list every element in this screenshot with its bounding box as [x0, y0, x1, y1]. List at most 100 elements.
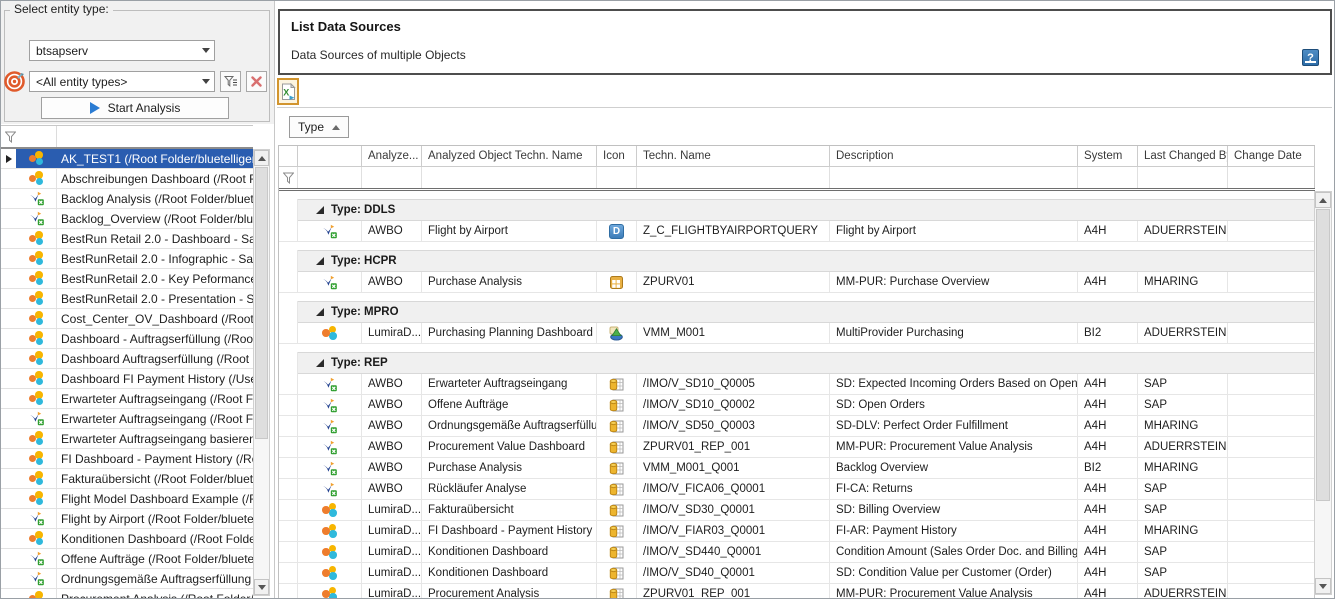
filter-cell[interactable] [298, 167, 362, 188]
cell-type-icon [597, 458, 637, 478]
group-expand-icon[interactable] [316, 206, 324, 214]
group-expand-icon[interactable] [316, 359, 324, 367]
cds-view-icon: D [609, 224, 624, 239]
list-item[interactable]: BestRunRetail 2.0 - Presentation - Samp [1, 289, 253, 309]
table-row[interactable]: LumiraD...Procurement AnalysisZPURV01_RE… [279, 584, 1315, 599]
list-item-label: Erwarteter Auftragseingang basierend a [57, 432, 253, 446]
list-item[interactable]: Flight Model Dashboard Example (/Root [1, 489, 253, 509]
cell-techn-name: /IMO/V_FIAR03_Q0001 [637, 521, 830, 541]
list-item[interactable]: Backlog Analysis (/Root Folder/bluetelli… [1, 189, 253, 209]
list-item[interactable]: Ordnungsgemäße Auftragserfüllung (/Ro [1, 569, 253, 589]
cell-last-changed-by: SAP [1138, 395, 1228, 415]
list-item[interactable]: Erwarteter Auftragseingang (/Root Folde [1, 409, 253, 429]
table-row[interactable]: AWBOErwarteter Auftragseingang/IMO/V_SD1… [279, 374, 1315, 395]
list-item-label: Flight by Airport (/Root Folder/bluetell… [57, 512, 253, 526]
scroll-down-button[interactable] [254, 579, 269, 595]
list-item[interactable]: Dashboard Auftragserfüllung (/Root Fold [1, 349, 253, 369]
column-header-techn-name[interactable]: Techn. Name [637, 146, 830, 166]
filter-cell[interactable] [1228, 167, 1315, 188]
list-item[interactable]: Backlog_Overview (/Root Folder/bluetell [1, 209, 253, 229]
table-row[interactable]: LumiraD...Konditionen Dashboard/IMO/V_SD… [279, 542, 1315, 563]
list-item[interactable]: Cost_Center_OV_Dashboard (/Root Fold [1, 309, 253, 329]
filter-cell[interactable] [1078, 167, 1138, 188]
list-item[interactable]: Konditionen Dashboard (/Root Folder/blu [1, 529, 253, 549]
column-header-change-date[interactable]: Change Date [1228, 146, 1315, 166]
chevron-down-icon[interactable] [197, 41, 214, 60]
start-analysis-label: Start Analysis [108, 101, 181, 115]
chevron-down-icon[interactable] [197, 72, 214, 91]
grid-scrollbar[interactable] [1314, 191, 1332, 595]
table-row[interactable]: AWBOProcurement Value DashboardZPURV01_R… [279, 437, 1315, 458]
export-excel-button[interactable]: X [277, 78, 299, 105]
column-header-last-changed-by[interactable]: Last Changed By [1138, 146, 1228, 166]
group-expand-icon[interactable] [316, 308, 324, 316]
table-row[interactable]: AWBOOffene Aufträge/IMO/V_SD10_Q0002SD: … [279, 395, 1315, 416]
scroll-thumb[interactable] [255, 167, 268, 439]
column-header-analyze-tool[interactable]: Analyze... [362, 146, 422, 166]
scroll-up-button[interactable] [254, 150, 269, 166]
entity-type-combobox[interactable]: <All entity types> [29, 71, 215, 92]
list-item[interactable]: Flight by Airport (/Root Folder/bluetell… [1, 509, 253, 529]
table-row[interactable]: LumiraD...Purchasing Planning DashboardV… [279, 323, 1315, 344]
list-item[interactable]: Erwarteter Auftragseingang basierend a [1, 429, 253, 449]
group-row[interactable]: Type: DDLS [279, 199, 1315, 221]
filter-cell[interactable] [362, 167, 422, 188]
filter-settings-button[interactable] [220, 71, 241, 92]
list-item[interactable]: BestRunRetail 2.0 - Infographic - Sample [1, 249, 253, 269]
column-header-analyzed-object[interactable]: Analyzed Object Techn. Name [422, 146, 597, 166]
list-item[interactable]: Abschreibungen Dashboard (/Root Folde [1, 169, 253, 189]
analysis-workbook-icon [322, 224, 337, 239]
list-item[interactable]: Offene Aufträge (/Root Folder/bluetellig [1, 549, 253, 569]
cell-change-date [1228, 374, 1315, 394]
table-row[interactable]: LumiraD...Fakturaübersicht/IMO/V_SD30_Q0… [279, 500, 1315, 521]
scroll-thumb[interactable] [1316, 209, 1330, 501]
group-row[interactable]: Type: HCPR [279, 250, 1315, 272]
entity-list-filter-row[interactable] [1, 125, 253, 149]
list-item-body: Ordnungsgemäße Auftragserfüllung (/Ro [16, 569, 253, 588]
clear-filter-button[interactable] [246, 71, 267, 92]
list-item[interactable]: FI Dashboard - Payment History (/Root F [1, 449, 253, 469]
filter-cell[interactable] [597, 167, 637, 188]
column-header-icon[interactable]: Icon [597, 146, 637, 166]
filter-cell[interactable] [1138, 167, 1228, 188]
group-expand-icon[interactable] [316, 257, 324, 265]
list-item[interactable]: BestRun Retail 2.0 - Dashboard - Sample [1, 229, 253, 249]
filter-cell[interactable] [830, 167, 1078, 188]
server-combobox[interactable]: btsapserv [29, 40, 215, 61]
column-header-analyze-icon[interactable] [298, 146, 362, 166]
entity-list-scrollbar[interactable] [253, 149, 270, 596]
column-header-description[interactable]: Description [830, 146, 1078, 166]
scroll-up-button[interactable] [1315, 192, 1331, 208]
row-indicator-cell [1, 269, 16, 288]
table-row[interactable]: AWBOOrdnungsgemäße Auftragserfüllung/IMO… [279, 416, 1315, 437]
group-band: Type: REP [298, 352, 1315, 374]
group-row[interactable]: Type: MPRO [279, 301, 1315, 323]
table-row[interactable]: AWBOFlight by AirportDZ_C_FLIGHTBYAIRPOR… [279, 221, 1315, 242]
table-row[interactable]: AWBOPurchase AnalysisVMM_M001_Q001Backlo… [279, 458, 1315, 479]
list-item[interactable]: Dashboard - Auftragserfüllung (/Root Fo [1, 329, 253, 349]
cell-system: A4H [1078, 416, 1138, 436]
cell-type-icon [597, 563, 637, 583]
table-row[interactable]: LumiraD...FI Dashboard - Payment History… [279, 521, 1315, 542]
group-by-type-chip[interactable]: Type [289, 116, 349, 138]
column-header-system[interactable]: System [1078, 146, 1138, 166]
list-item[interactable]: AK_TEST1 (/Root Folder/bluetelligence/S [1, 149, 253, 169]
table-row[interactable]: AWBORückläufer Analyse/IMO/V_FICA06_Q000… [279, 479, 1315, 500]
group-row[interactable]: Type: REP [279, 352, 1315, 374]
list-item-label: Abschreibungen Dashboard (/Root Folde [57, 172, 253, 186]
scroll-down-button[interactable] [1315, 578, 1331, 594]
list-item[interactable]: Dashboard FI Payment History (/User Fo [1, 369, 253, 389]
list-item[interactable]: Erwarteter Auftragseingang (/Root Folde [1, 389, 253, 409]
start-analysis-button[interactable]: Start Analysis [41, 97, 229, 119]
list-item[interactable]: Fakturaübersicht (/Root Folder/bluetelli… [1, 469, 253, 489]
list-item[interactable]: BestRunRetail 2.0 - Key Peformance - Sa [1, 269, 253, 289]
filter-cell[interactable] [637, 167, 830, 188]
table-row[interactable]: LumiraD...Konditionen Dashboard/IMO/V_SD… [279, 563, 1315, 584]
filter-cell[interactable] [422, 167, 597, 188]
list-item-label: Konditionen Dashboard (/Root Folder/blu [57, 532, 253, 546]
list-item[interactable]: Procurement Analysis (/Root Folder/bl [1, 589, 253, 599]
table-row[interactable]: AWBOPurchase AnalysisZPURV01MM-PUR: Purc… [279, 272, 1315, 293]
help-icon[interactable]: ? [1302, 49, 1319, 66]
list-item-label: AK_TEST1 (/Root Folder/bluetelligence/S [57, 152, 253, 166]
cell-techn-name: /IMO/V_SD40_Q0001 [637, 563, 830, 583]
